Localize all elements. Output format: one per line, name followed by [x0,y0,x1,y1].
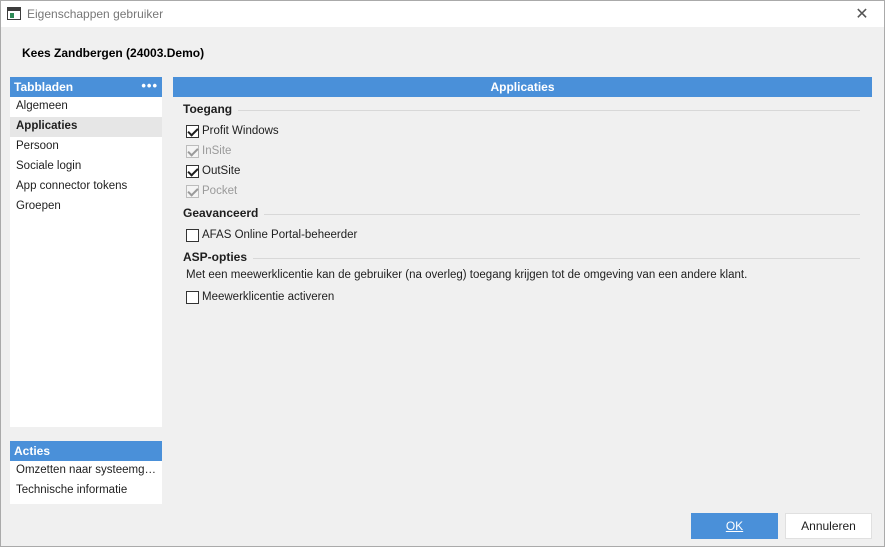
profit-windows-label: Profit Windows [202,125,279,137]
section-geavanceerd-title: Geavanceerd [183,206,259,220]
profit-windows-checkbox[interactable] [186,124,199,138]
meewerklicentie-label: Meewerklicentie activeren [202,291,335,303]
dialog-window: Eigenschappen gebruiker ✕ Kees Zandberge… [0,0,885,547]
window-title: Eigenschappen gebruiker [27,7,164,21]
tabs-panel-header: Tabbladen ••• [10,77,162,97]
checkbox-row-profit-windows[interactable]: Profit Windows [183,121,860,141]
ok-button[interactable]: OK [691,513,778,539]
divider [238,109,860,111]
meewerklicentie-checkbox[interactable] [186,290,199,304]
actions-panel-header: Acties [10,441,162,461]
action-convert-system-user[interactable]: Omzetten naar systeemge... [10,461,162,481]
portal-admin-checkbox[interactable] [186,228,199,242]
user-header: Kees Zandbergen (24003.Demo) [22,46,205,60]
insite-label: InSite [202,145,232,157]
portal-admin-label: AFAS Online Portal-beheerder [202,229,358,241]
actions-panel: Acties Omzetten naar systeemge... Techni… [10,441,162,504]
checkbox-row-insite: InSite [183,141,860,161]
cancel-button[interactable]: Annuleren [785,513,872,539]
close-icon[interactable]: ✕ [840,1,884,27]
checkbox-row-meewerklicentie[interactable]: Meewerklicentie activeren [183,287,860,307]
main-panel-title: Applicaties [173,77,872,97]
section-asp-title: ASP-opties [183,250,248,264]
checkbox-row-pocket: Pocket [183,181,860,201]
tab-algemeen[interactable]: Algemeen [10,97,162,117]
checkbox-row-outsite[interactable]: OutSite [183,161,860,181]
tab-applicaties[interactable]: Applicaties [10,117,162,137]
section-geavanceerd: Geavanceerd AFAS Online Portal-beheerder [183,206,860,245]
app-window-icon [7,7,21,20]
more-options-icon[interactable]: ••• [141,78,158,93]
tab-persoon[interactable]: Persoon [10,137,162,157]
tabs-panel-title: Tabbladen [14,80,74,94]
section-asp-opties: ASP-opties Met een meewerklicentie kan d… [183,250,860,307]
divider [253,257,860,259]
tab-app-connector-tokens[interactable]: App connector tokens [10,177,162,197]
ok-button-label: OK [725,519,744,533]
outsite-label: OutSite [202,165,241,177]
divider [264,213,860,215]
insite-checkbox [186,144,199,158]
action-technical-info[interactable]: Technische informatie [10,481,162,501]
section-toegang: Toegang Profit Windows InSite OutSite Po… [183,102,860,201]
pocket-label: Pocket [202,185,238,197]
title-bar: Eigenschappen gebruiker ✕ [1,1,884,27]
pocket-checkbox [186,184,199,198]
checkbox-row-portal-admin[interactable]: AFAS Online Portal-beheerder [183,225,860,245]
tab-sociale-login[interactable]: Sociale login [10,157,162,177]
asp-description: Met een meewerklicentie kan de gebruiker… [186,269,748,281]
tab-groepen[interactable]: Groepen [10,197,162,217]
actions-panel-title: Acties [14,444,51,458]
section-toegang-title: Toegang [183,102,233,116]
tabs-panel: Tabbladen ••• Algemeen Applicaties Perso… [10,77,162,427]
outsite-checkbox[interactable] [186,164,199,178]
